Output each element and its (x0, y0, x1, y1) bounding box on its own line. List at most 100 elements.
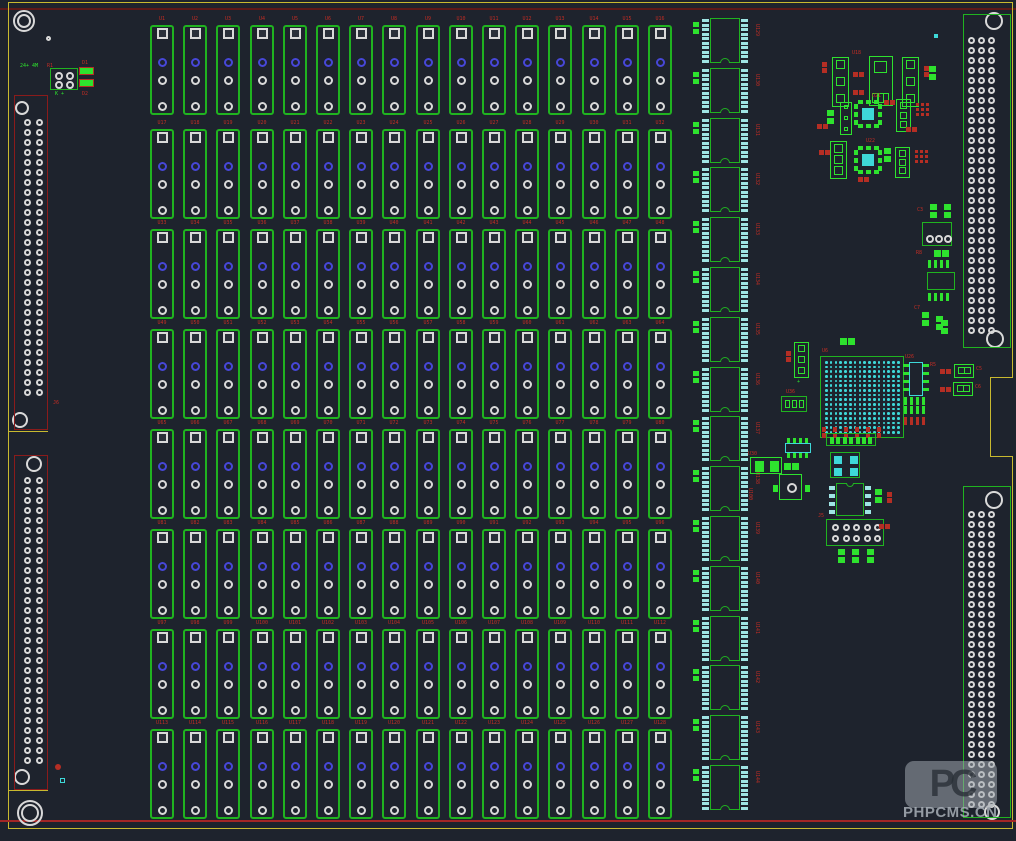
smd-cap2box[interactable] (954, 364, 974, 378)
dip-ic[interactable] (700, 416, 750, 461)
smd-soic8h[interactable] (785, 438, 811, 458)
ref-label: U121 (414, 720, 442, 727)
ref-label: U93 (546, 520, 574, 527)
smd-conn7[interactable] (826, 433, 876, 446)
pad-square (522, 132, 533, 143)
smd-cap3v[interactable] (840, 102, 852, 135)
pad-round-blue (457, 462, 466, 471)
pad (741, 752, 748, 755)
dip-ic[interactable] (700, 715, 750, 760)
smd-grid9[interactable] (916, 103, 929, 116)
smd-pads4h[interactable] (904, 397, 925, 405)
smd-pads4h[interactable] (904, 406, 925, 414)
smd-crystal[interactable] (779, 474, 802, 500)
smd-cap2box[interactable] (953, 382, 973, 396)
smd-res2v[interactable] (887, 492, 892, 503)
dip-ic[interactable] (700, 765, 750, 810)
smd-grid9[interactable] (915, 150, 928, 163)
smd-pads2gv[interactable] (929, 66, 936, 80)
smd-soic8v[interactable] (903, 362, 929, 396)
dip-ic[interactable] (700, 68, 750, 113)
smd-res2h[interactable] (906, 127, 917, 132)
dip-ic[interactable] (700, 516, 750, 561)
dip-ic[interactable] (700, 18, 750, 63)
dip-ic[interactable] (700, 317, 750, 362)
dip-ic[interactable] (700, 118, 750, 163)
pad (834, 166, 843, 175)
dip-ic[interactable] (700, 616, 750, 661)
smd-cap3v[interactable] (895, 147, 910, 178)
smd-conn3[interactable] (781, 396, 807, 412)
smd-pads2gv[interactable] (930, 204, 937, 218)
pad-round-blue (457, 662, 466, 671)
smd-pads2gv[interactable] (875, 489, 882, 503)
smd-cap2rv[interactable] (79, 67, 94, 87)
dip-ic[interactable] (700, 267, 750, 312)
ref-label: D1 (82, 60, 114, 66)
pad (702, 101, 709, 104)
smd-res2h[interactable] (940, 387, 951, 392)
mounting-hole-inner (17, 14, 31, 28)
smd-res2h[interactable] (853, 90, 864, 95)
dip-ic[interactable] (700, 217, 750, 262)
smd-pads2gh[interactable] (934, 250, 949, 257)
ref-label: U61 (546, 320, 574, 327)
edge-connector[interactable] (14, 455, 48, 790)
smd-cap3v[interactable] (832, 57, 849, 107)
smd-pads2gv[interactable] (884, 148, 891, 162)
smd-pads2gv[interactable] (838, 549, 845, 563)
smd-term3[interactable] (922, 222, 952, 246)
smd-qfn[interactable] (854, 100, 882, 128)
pad-round (978, 87, 985, 94)
dip-ic[interactable] (700, 566, 750, 611)
smd-pads4h[interactable] (928, 293, 949, 301)
smd-res2h[interactable] (858, 177, 869, 182)
smd-res2v[interactable] (924, 66, 929, 77)
dip-ic[interactable] (700, 665, 750, 710)
smd-hdr2x5[interactable] (826, 519, 884, 546)
pad-round (291, 606, 300, 615)
pad (741, 218, 748, 221)
edge-connector[interactable] (14, 95, 48, 430)
smd-cap3v[interactable] (830, 141, 847, 179)
smd-cap3v[interactable] (794, 342, 809, 378)
smd-res2v[interactable] (786, 351, 791, 362)
pad (921, 113, 924, 116)
smd-boxout[interactable] (927, 272, 955, 290)
smd-res2h[interactable] (940, 369, 951, 374)
smd-pads2gv[interactable] (852, 549, 859, 563)
pad (741, 124, 748, 127)
smd-pads4h[interactable] (928, 260, 949, 268)
pad (702, 435, 709, 438)
smd-pads2gv[interactable] (867, 549, 874, 563)
pad-round (357, 180, 366, 189)
pad-round (457, 680, 466, 689)
smd-pads2gh[interactable] (784, 463, 799, 470)
smd-res2h[interactable] (884, 100, 895, 105)
dip-ic[interactable] (700, 466, 750, 511)
smd-res2h[interactable] (819, 150, 830, 155)
smd-pads2gv[interactable] (922, 312, 929, 326)
bga-ball (849, 366, 852, 369)
smd-qfn4[interactable] (830, 452, 860, 478)
smd-res2h[interactable] (817, 124, 828, 129)
smd-res2h[interactable] (853, 72, 864, 77)
smd-dip8[interactable] (829, 483, 871, 516)
smd-pads2gh[interactable] (840, 338, 855, 345)
smd-box4rings[interactable] (50, 68, 78, 90)
smd-res2v[interactable] (822, 62, 827, 73)
dip-ic[interactable] (700, 367, 750, 412)
smd-pads4h[interactable] (904, 417, 925, 425)
smd-pads2gv[interactable] (827, 110, 834, 124)
pad (702, 666, 709, 669)
pad (702, 404, 709, 407)
smd-pads2gv[interactable] (944, 204, 951, 218)
smd-res2h[interactable] (879, 524, 890, 529)
smd-big2pad[interactable] (750, 457, 782, 474)
pad (843, 437, 847, 444)
dip-ic[interactable] (700, 167, 750, 212)
smd-pads2gv[interactable] (941, 320, 948, 334)
smd-qfn[interactable] (854, 146, 882, 174)
ic-body (836, 483, 864, 516)
pad-square (190, 732, 201, 743)
